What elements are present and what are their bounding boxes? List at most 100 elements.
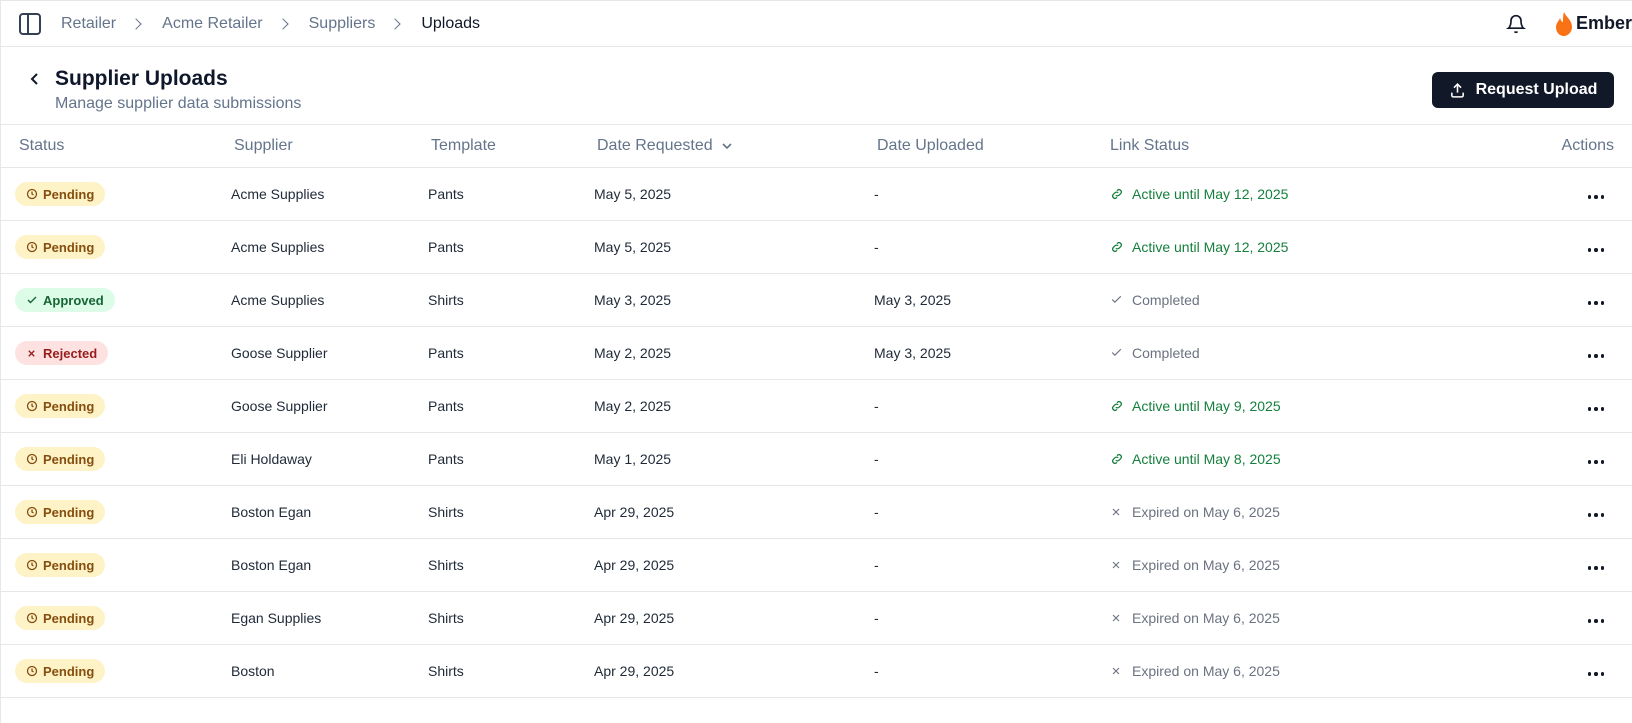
- more-actions-icon[interactable]: [1584, 403, 1609, 415]
- top-bar: Retailer Acme Retailer Suppliers Uploads…: [1, 1, 1632, 47]
- link-status-label: Active until May 9, 2025: [1132, 398, 1281, 414]
- column-supplier[interactable]: Supplier: [231, 137, 428, 155]
- link-status-label: Completed: [1132, 345, 1200, 361]
- more-actions-icon[interactable]: [1584, 615, 1609, 627]
- clock-icon: [26, 559, 38, 571]
- status-badge-label: Rejected: [43, 345, 98, 361]
- more-actions-icon[interactable]: [1584, 297, 1609, 309]
- date-requested-cell: May 5, 2025: [594, 239, 672, 255]
- x-icon: [1110, 558, 1124, 572]
- date-uploaded-cell: -: [874, 504, 879, 520]
- link-status-label: Expired on May 6, 2025: [1132, 504, 1280, 520]
- table-row[interactable]: Pending Goose Supplier Pants May 2, 2025…: [1, 380, 1632, 433]
- status-badge: Pending: [15, 394, 106, 418]
- status-badge: Pending: [15, 606, 106, 630]
- table-body: Pending Acme Supplies Pants May 5, 2025 …: [1, 168, 1632, 698]
- x-icon: [1110, 664, 1124, 678]
- check-icon: [1110, 346, 1124, 360]
- bell-icon[interactable]: [1505, 13, 1526, 35]
- template-cell: Pants: [428, 398, 464, 414]
- supplier-cell: Acme Supplies: [231, 239, 325, 255]
- template-cell: Pants: [428, 451, 464, 467]
- breadcrumb-current: Uploads: [421, 14, 481, 32]
- more-actions-icon[interactable]: [1584, 350, 1609, 362]
- link-icon: [1110, 187, 1124, 201]
- supplier-cell: Boston Egan: [231, 504, 312, 520]
- column-date-uploaded[interactable]: Date Uploaded: [874, 137, 1107, 155]
- status-badge: Rejected: [15, 341, 109, 365]
- status-badge: Approved: [15, 288, 115, 312]
- link-status-cell: Active until May 12, 2025: [1107, 239, 1542, 255]
- supplier-cell: Boston: [231, 663, 275, 679]
- column-actions: Actions: [1561, 137, 1614, 154]
- uploads-table: Status Supplier Template Date Requested …: [1, 125, 1632, 698]
- page-header: Supplier Uploads Manage supplier data su…: [1, 47, 1632, 125]
- column-date-requested[interactable]: Date Requested: [594, 137, 874, 155]
- more-actions-icon[interactable]: [1584, 456, 1609, 468]
- date-requested-cell: Apr 29, 2025: [594, 504, 675, 520]
- brand-logo: Ember: [1554, 11, 1632, 37]
- breadcrumb: Retailer Acme Retailer Suppliers Uploads: [61, 15, 480, 33]
- template-cell: Pants: [428, 345, 464, 361]
- date-uploaded-cell: May 3, 2025: [874, 292, 952, 308]
- clock-icon: [26, 506, 38, 518]
- template-cell: Shirts: [428, 663, 464, 679]
- request-upload-button[interactable]: Request Upload: [1432, 72, 1614, 108]
- template-cell: Pants: [428, 186, 464, 202]
- supplier-cell: Acme Supplies: [231, 186, 325, 202]
- link-status-cell: Expired on May 6, 2025: [1107, 504, 1542, 520]
- app-frame: Retailer Acme Retailer Suppliers Uploads…: [0, 0, 1632, 723]
- x-icon: [1110, 505, 1124, 519]
- template-cell: Shirts: [428, 292, 464, 308]
- supplier-cell: Boston Egan: [231, 557, 312, 573]
- date-uploaded-cell: -: [874, 451, 879, 467]
- date-requested-cell: Apr 29, 2025: [594, 557, 675, 573]
- more-actions-icon[interactable]: [1584, 244, 1609, 256]
- date-requested-cell: Apr 29, 2025: [594, 610, 675, 626]
- more-actions-icon[interactable]: [1584, 509, 1609, 521]
- table-row[interactable]: Pending Acme Supplies Pants May 5, 2025 …: [1, 168, 1632, 221]
- column-template[interactable]: Template: [428, 137, 594, 155]
- back-arrow-icon[interactable]: [27, 71, 43, 87]
- chevron-right-icon: [389, 17, 401, 30]
- breadcrumb-acme-retailer[interactable]: Acme Retailer: [162, 15, 262, 33]
- table-row[interactable]: Pending Boston Shirts Apr 29, 2025 - Exp…: [1, 645, 1632, 698]
- more-actions-icon[interactable]: [1584, 562, 1609, 574]
- table-row[interactable]: Pending Boston Egan Shirts Apr 29, 2025 …: [1, 539, 1632, 592]
- table-row[interactable]: Approved Acme Supplies Shirts May 3, 202…: [1, 274, 1632, 327]
- sidebar-toggle-icon[interactable]: [19, 12, 41, 35]
- status-badge-label: Pending: [43, 504, 95, 520]
- link-status-label: Active until May 8, 2025: [1132, 451, 1281, 467]
- date-uploaded-cell: -: [874, 610, 879, 626]
- date-requested-cell: May 2, 2025: [594, 345, 672, 361]
- link-status-label: Active until May 12, 2025: [1132, 186, 1289, 202]
- table-row[interactable]: Rejected Goose Supplier Pants May 2, 202…: [1, 327, 1632, 380]
- column-status[interactable]: Status: [1, 137, 231, 155]
- link-status-cell: Active until May 9, 2025: [1107, 398, 1542, 414]
- page-title: Supplier Uploads: [55, 67, 228, 90]
- table-row[interactable]: Pending Boston Egan Shirts Apr 29, 2025 …: [1, 486, 1632, 539]
- date-uploaded-cell: May 3, 2025: [874, 345, 952, 361]
- column-link-status[interactable]: Link Status: [1107, 137, 1542, 155]
- status-badge: Pending: [15, 553, 106, 577]
- status-badge-label: Pending: [43, 451, 95, 467]
- column-date-requested-label: Date Requested: [597, 137, 713, 154]
- breadcrumb-suppliers[interactable]: Suppliers: [309, 15, 376, 33]
- status-badge-label: Pending: [43, 186, 95, 202]
- table-row[interactable]: Pending Egan Supplies Shirts Apr 29, 202…: [1, 592, 1632, 645]
- more-actions-icon[interactable]: [1584, 668, 1609, 680]
- table-row[interactable]: Pending Eli Holdaway Pants May 1, 2025 -…: [1, 433, 1632, 486]
- link-status-cell: Active until May 12, 2025: [1107, 186, 1542, 202]
- date-requested-cell: May 2, 2025: [594, 398, 672, 414]
- status-badge: Pending: [15, 182, 106, 206]
- breadcrumb-retailer[interactable]: Retailer: [61, 15, 116, 33]
- more-actions-icon[interactable]: [1584, 191, 1609, 203]
- link-icon: [1110, 240, 1124, 254]
- table-row[interactable]: Pending Acme Supplies Pants May 5, 2025 …: [1, 221, 1632, 274]
- link-status-cell: Expired on May 6, 2025: [1107, 610, 1542, 626]
- link-status-label: Completed: [1132, 292, 1200, 308]
- x-icon: [26, 347, 38, 359]
- date-requested-cell: May 1, 2025: [594, 451, 672, 467]
- chevron-down-icon: [722, 143, 732, 150]
- date-requested-cell: Apr 29, 2025: [594, 663, 675, 679]
